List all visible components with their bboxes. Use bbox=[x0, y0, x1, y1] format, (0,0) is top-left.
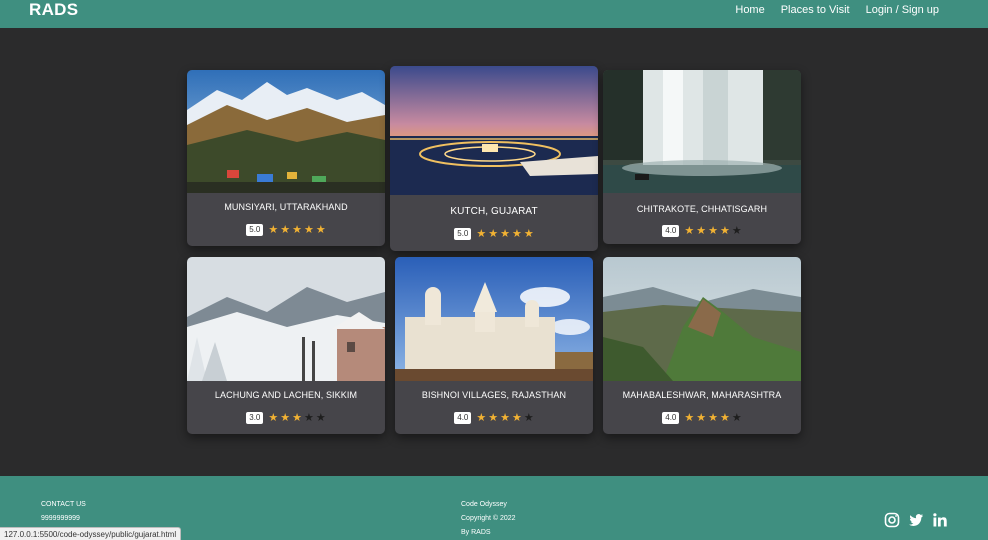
star-icon: ★ bbox=[684, 224, 695, 237]
rating-badge: 4.0 bbox=[662, 225, 680, 237]
rating-badge: 4.0 bbox=[454, 412, 472, 424]
brand-logo[interactable]: RADS bbox=[29, 0, 78, 20]
place-card-lachung[interactable]: LACHUNG AND LACHEN, SIKKIM 3.0 ★ ★ ★ ★ ★ bbox=[187, 257, 385, 434]
star-icon: ★ bbox=[500, 411, 510, 424]
star-icon: ★ bbox=[696, 224, 707, 237]
social-links bbox=[884, 512, 948, 528]
star-empty-icon: ★ bbox=[731, 411, 742, 424]
star-icon: ★ bbox=[512, 411, 522, 424]
star-icon: ★ bbox=[696, 411, 707, 424]
rating-badge: 5.0 bbox=[246, 224, 264, 236]
rating: 5.0 ★ ★ ★ ★ ★ bbox=[187, 224, 385, 236]
star-empty-icon: ★ bbox=[523, 411, 534, 424]
rating-badge: 4.0 bbox=[662, 412, 680, 424]
star-icon: ★ bbox=[304, 223, 314, 236]
star-icon: ★ bbox=[476, 411, 487, 424]
instagram-icon[interactable] bbox=[884, 512, 900, 528]
star-icon: ★ bbox=[280, 411, 291, 424]
rating: 3.0 ★ ★ ★ ★ ★ bbox=[187, 412, 385, 424]
rating-badge: 5.0 bbox=[454, 228, 472, 240]
place-card-chitrakote[interactable]: CHITRAKOTE, CHHATISGARH 4.0 ★ ★ ★ ★ ★ bbox=[603, 70, 801, 244]
footer-copyright: Copyright © 2022 bbox=[461, 515, 516, 522]
chitrakote-image bbox=[603, 70, 801, 193]
star-empty-icon: ★ bbox=[304, 411, 314, 424]
star-empty-icon: ★ bbox=[731, 224, 742, 237]
star-icon: ★ bbox=[500, 227, 510, 240]
nav-login-link[interactable]: Login / Sign up bbox=[866, 4, 939, 16]
star-icon: ★ bbox=[488, 227, 499, 240]
footer-org: Code Odyssey bbox=[461, 501, 507, 508]
star-icon: ★ bbox=[708, 411, 718, 424]
star-icon: ★ bbox=[708, 224, 718, 237]
rating-badge: 3.0 bbox=[246, 412, 264, 424]
star-icon: ★ bbox=[684, 411, 695, 424]
star-empty-icon: ★ bbox=[315, 411, 326, 424]
nav-places-link[interactable]: Places to Visit bbox=[781, 4, 850, 16]
card-title: MUNSIYARI, UTTARAKHAND bbox=[224, 202, 348, 212]
rating: 4.0 ★ ★ ★ ★ ★ bbox=[395, 412, 593, 424]
star-icon: ★ bbox=[512, 227, 522, 240]
star-icon: ★ bbox=[268, 223, 279, 236]
place-card-munsiyari[interactable]: MUNSIYARI, UTTARAKHAND 5.0 ★ ★ ★ ★ ★ bbox=[187, 70, 385, 246]
star-icon: ★ bbox=[720, 411, 730, 424]
navbar: RADS Home Places to Visit Login / Sign u… bbox=[0, 0, 988, 28]
card-title: CHITRAKOTE, CHHATISGARH bbox=[636, 204, 768, 214]
nav-links: Home Places to Visit Login / Sign up bbox=[735, 4, 939, 16]
mahabaleshwar-image bbox=[603, 257, 801, 381]
star-icon: ★ bbox=[523, 227, 534, 240]
star-icon: ★ bbox=[720, 224, 730, 237]
status-bar-url: 127.0.0.1:5500/code-odyssey/public/gujar… bbox=[0, 527, 182, 540]
card-title: LACHUNG AND LACHEN, SIKKIM bbox=[214, 390, 358, 400]
rating: 5.0 ★ ★ ★ ★ ★ bbox=[390, 228, 598, 240]
rating: 4.0 ★ ★ ★ ★ ★ bbox=[603, 225, 801, 237]
place-card-mahabaleshwar[interactable]: MAHABALESHWAR, MAHARASHTRA 4.0 ★ ★ ★ ★ ★ bbox=[603, 257, 801, 434]
munsiyari-image bbox=[187, 70, 385, 193]
nav-home-link[interactable]: Home bbox=[735, 4, 764, 16]
footer-by: By RADS bbox=[461, 529, 491, 536]
place-card-kutch[interactable]: KUTCH, GUJARAT 5.0 ★ ★ ★ ★ ★ bbox=[390, 66, 598, 251]
star-icon: ★ bbox=[292, 223, 302, 236]
card-title: BISHNOI VILLAGES, RAJASTHAN bbox=[421, 390, 567, 400]
star-icon: ★ bbox=[268, 411, 279, 424]
contact-heading: CONTACT US bbox=[41, 501, 86, 508]
star-icon: ★ bbox=[292, 411, 302, 424]
card-title: MAHABALESHWAR, MAHARASHTRA bbox=[622, 390, 782, 400]
place-card-bishnoi[interactable]: BISHNOI VILLAGES, RAJASTHAN 4.0 ★ ★ ★ ★ ★ bbox=[395, 257, 593, 434]
star-icon: ★ bbox=[476, 227, 487, 240]
rating: 4.0 ★ ★ ★ ★ ★ bbox=[603, 412, 801, 424]
star-icon: ★ bbox=[315, 223, 326, 236]
linkedin-icon[interactable] bbox=[932, 512, 948, 528]
twitter-icon[interactable] bbox=[908, 512, 924, 528]
card-title: KUTCH, GUJARAT bbox=[450, 206, 538, 217]
star-icon: ★ bbox=[488, 411, 499, 424]
bishnoi-image bbox=[395, 257, 593, 381]
lachung-image bbox=[187, 257, 385, 381]
contact-phone: 9999999999 bbox=[41, 515, 80, 522]
kutch-image bbox=[390, 66, 598, 195]
star-icon: ★ bbox=[280, 223, 291, 236]
